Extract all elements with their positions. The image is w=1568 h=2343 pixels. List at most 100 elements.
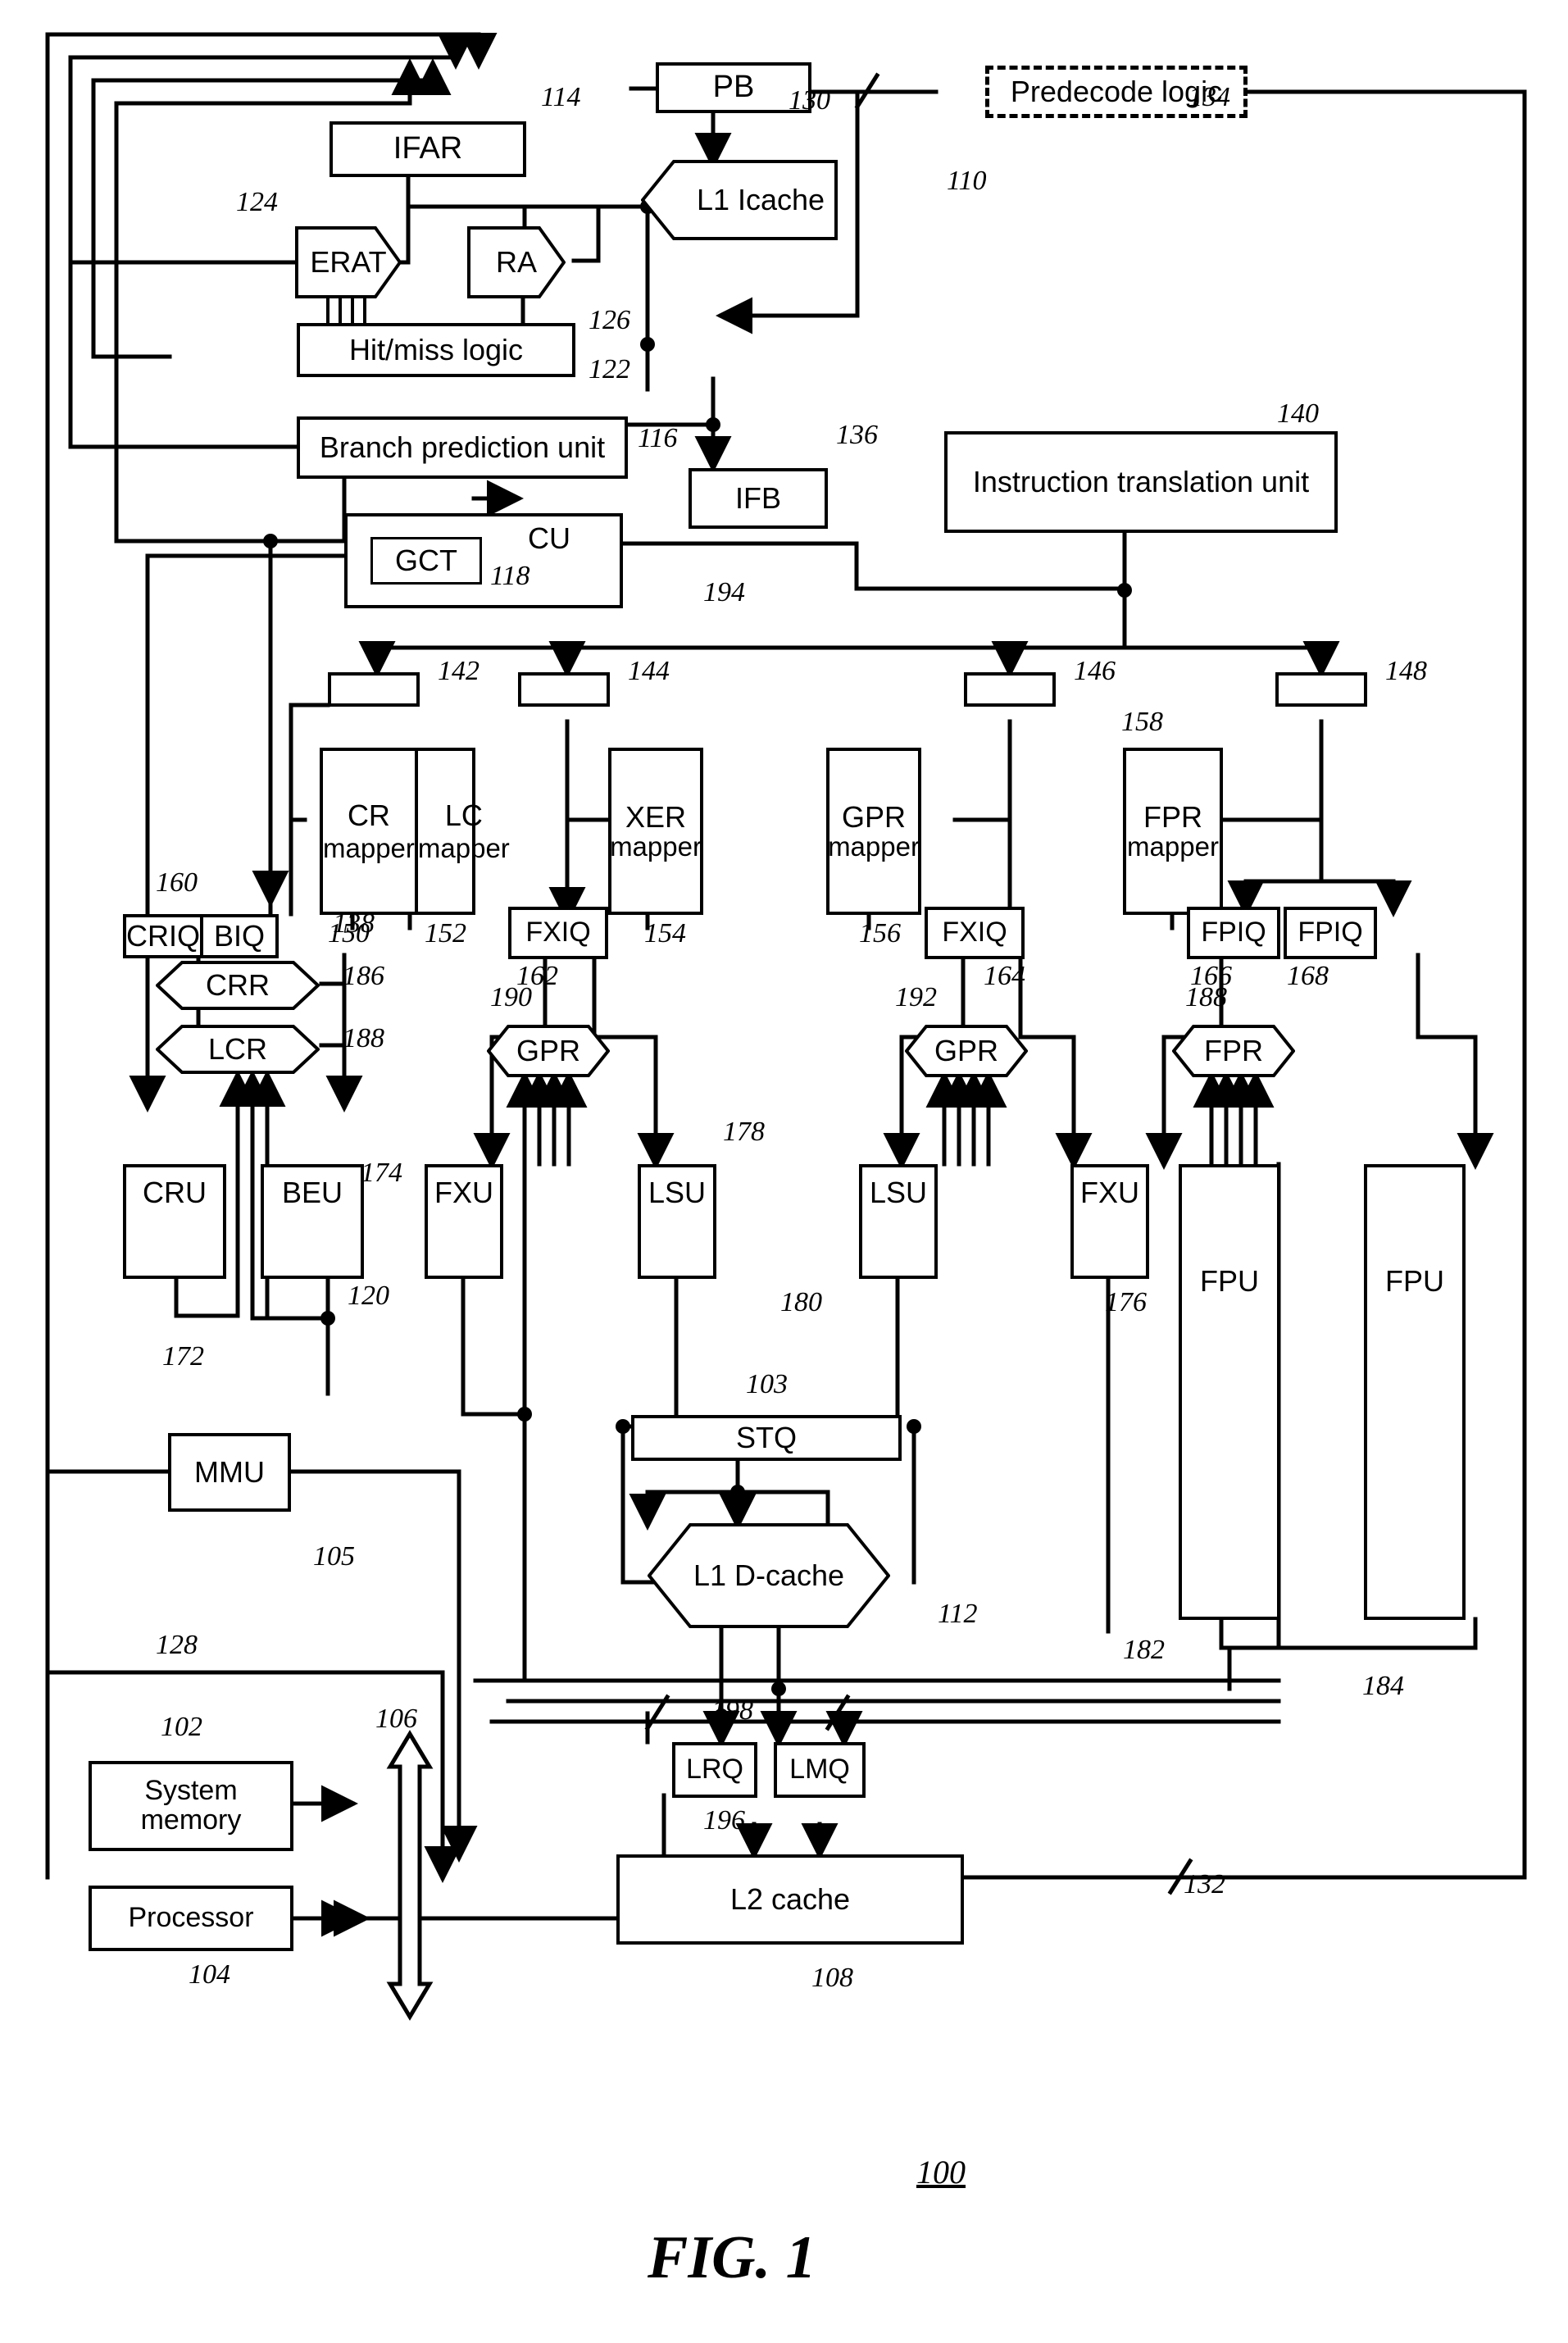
mapper-fpr[interactable]: FPR mapper [1123, 748, 1223, 915]
ref-154: 154 [644, 918, 686, 949]
ref-142: 142 [438, 656, 479, 686]
regfile-lcr[interactable]: LCR [156, 1025, 320, 1074]
regfile-fpr[interactable]: FPR [1172, 1025, 1295, 1077]
mapper-cr-bottom: mapper [323, 833, 415, 863]
ref-174: 174 [361, 1158, 402, 1188]
exec-unit-lsu-right[interactable]: LSU [859, 1164, 938, 1279]
block-ifb[interactable]: IFB [689, 468, 828, 529]
ref-164: 164 [984, 961, 1025, 991]
ref-122: 122 [589, 354, 630, 384]
block-gct[interactable]: GCT [370, 537, 482, 585]
ref-156: 156 [859, 918, 901, 949]
block-hit-miss-logic[interactable]: Hit/miss logic [297, 323, 575, 377]
ref-118: 118 [490, 561, 530, 591]
ref-186: 186 [343, 961, 384, 991]
ref-182: 182 [1123, 1635, 1165, 1665]
dispatch-latch-148[interactable] [1275, 672, 1367, 707]
regfile-fpr-label: FPR [1204, 1034, 1263, 1067]
mapper-xer-bottom: mapper [610, 830, 702, 862]
exec-unit-fpu-left[interactable]: FPU [1179, 1164, 1280, 1620]
mapper-gpr-bottom: mapper [828, 830, 920, 862]
block-erat-label: ERAT [310, 245, 387, 279]
block-system-memory[interactable]: System memory [89, 1761, 293, 1851]
ref-112: 112 [938, 1599, 978, 1629]
mapper-cr-lc[interactable]: CR mapper LC mapper [320, 748, 510, 915]
ref-116: 116 [638, 423, 678, 453]
ref-168: 168 [1287, 961, 1329, 991]
ref-134: 134 [1188, 82, 1230, 112]
exec-unit-fxu-left[interactable]: FXU [425, 1164, 503, 1279]
ref-158: 158 [1121, 707, 1163, 737]
regfile-crr[interactable]: CRR [156, 961, 320, 1010]
mapper-cr[interactable]: CR mapper [323, 751, 415, 912]
ref-184: 184 [1362, 1671, 1404, 1701]
dispatch-latch-144[interactable] [518, 672, 610, 707]
queue-fxiq-left[interactable]: FXIQ [508, 907, 608, 959]
mapper-xer-top: XER [625, 799, 687, 834]
block-processor[interactable]: Processor [89, 1886, 293, 1951]
block-mmu[interactable]: MMU [168, 1433, 291, 1512]
exec-unit-cru[interactable]: CRU [123, 1164, 226, 1279]
exec-unit-fpu-right[interactable]: FPU [1364, 1164, 1466, 1620]
regfile-gpr-right-label: GPR [934, 1034, 998, 1067]
mapper-cr-top: CR [347, 798, 390, 832]
mapper-gpr[interactable]: GPR mapper [826, 748, 921, 915]
exec-unit-beu[interactable]: BEU [261, 1164, 364, 1279]
block-lrq[interactable]: LRQ [672, 1742, 757, 1798]
ref-188b: 188 [1185, 982, 1227, 1012]
queue-fpiq-left[interactable]: FPIQ [1187, 907, 1280, 959]
ref-136: 136 [836, 420, 878, 450]
ref-120: 120 [348, 1281, 389, 1311]
ref-104: 104 [189, 1959, 230, 1990]
block-instruction-translation-unit[interactable]: Instruction translation unit [944, 431, 1338, 533]
ref-146: 146 [1074, 656, 1116, 686]
block-cu-label: CU [528, 521, 570, 555]
regfile-gpr-right[interactable]: GPR [905, 1025, 1028, 1077]
regfile-lcr-label: LCR [207, 1032, 268, 1066]
ref-160: 160 [156, 867, 198, 898]
block-stq[interactable]: STQ [631, 1415, 902, 1461]
queue-fxiq-right[interactable]: FXIQ [925, 907, 1025, 959]
ref-102: 102 [161, 1712, 202, 1742]
block-l1-dcache-label: L1 D-cache [693, 1558, 845, 1592]
block-l2-cache[interactable]: L2 cache [616, 1854, 964, 1945]
regfile-crr-label: CRR [206, 968, 270, 1002]
block-l1-dcache[interactable]: L1 D-cache [647, 1523, 891, 1628]
patent-figure-canvas: IFAR 114 ERAT 124 RA 126 Hit/miss logic … [0, 0, 1568, 2343]
queue-fpiq-right[interactable]: FPIQ [1284, 907, 1377, 959]
ref-152: 152 [425, 918, 466, 949]
block-branch-prediction-unit[interactable]: Branch prediction unit [297, 416, 628, 479]
block-ra[interactable]: RA [467, 226, 566, 298]
mapper-fpr-bottom: mapper [1127, 830, 1219, 862]
ref-178: 178 [723, 1117, 765, 1147]
ref-124: 124 [236, 187, 278, 217]
ref-192: 192 [895, 982, 937, 1012]
queue-criq-biq[interactable]: CRIQ BIQ [123, 914, 279, 958]
figure-number: 100 [916, 2154, 966, 2191]
ref-132: 132 [1184, 1869, 1225, 1899]
block-l1-icache-label: L1 Icache [696, 183, 825, 216]
block-ra-label: RA [495, 245, 537, 279]
ref-190: 190 [490, 982, 532, 1012]
regfile-gpr-left[interactable]: GPR [487, 1025, 610, 1077]
ref-144: 144 [628, 656, 670, 686]
exec-unit-lsu-left[interactable]: LSU [638, 1164, 716, 1279]
mapper-xer[interactable]: XER mapper [608, 748, 703, 915]
exec-unit-fxu-right[interactable]: FXU [1070, 1164, 1149, 1279]
ref-105: 105 [313, 1541, 355, 1572]
block-l1-icache[interactable]: L1 Icache [640, 160, 838, 240]
block-lmq[interactable]: LMQ [774, 1742, 866, 1798]
ref-198: 198 [711, 1695, 753, 1726]
block-ifar[interactable]: IFAR [330, 121, 526, 177]
dispatch-latch-142[interactable] [328, 672, 420, 707]
block-erat[interactable]: ERAT [295, 226, 402, 298]
ref-130: 130 [789, 85, 830, 116]
figure-caption: FIG. 1 [648, 2224, 816, 2291]
queue-biq[interactable]: BIQ [200, 917, 275, 955]
ref-128: 128 [156, 1630, 198, 1660]
regfile-gpr-left-label: GPR [516, 1034, 580, 1067]
queue-criq[interactable]: CRIQ [126, 917, 200, 955]
dispatch-latch-146[interactable] [964, 672, 1056, 707]
mapper-lc[interactable]: LC mapper [414, 751, 510, 912]
ref-126: 126 [589, 305, 630, 335]
